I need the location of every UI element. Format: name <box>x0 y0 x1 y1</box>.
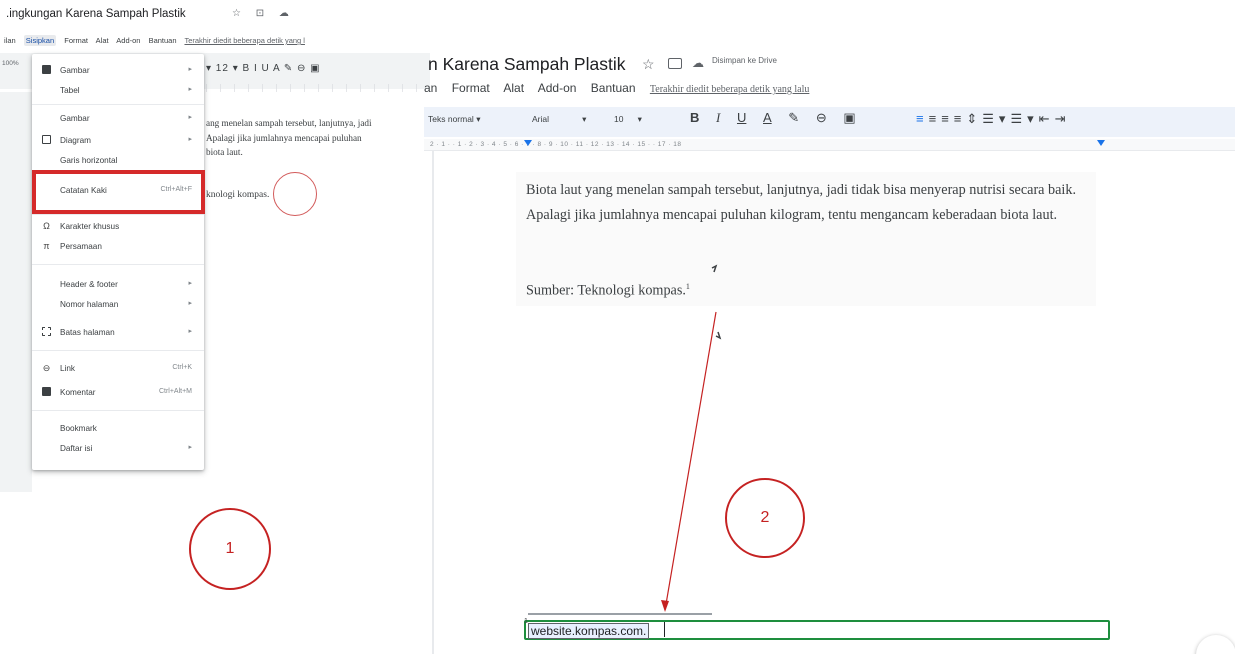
arrow-overlay <box>661 264 722 612</box>
caret-mark-top <box>711 264 718 273</box>
caret-mark-bottom <box>715 331 722 340</box>
footnote-arrow <box>664 311 717 611</box>
arrowhead-icon <box>661 600 669 612</box>
